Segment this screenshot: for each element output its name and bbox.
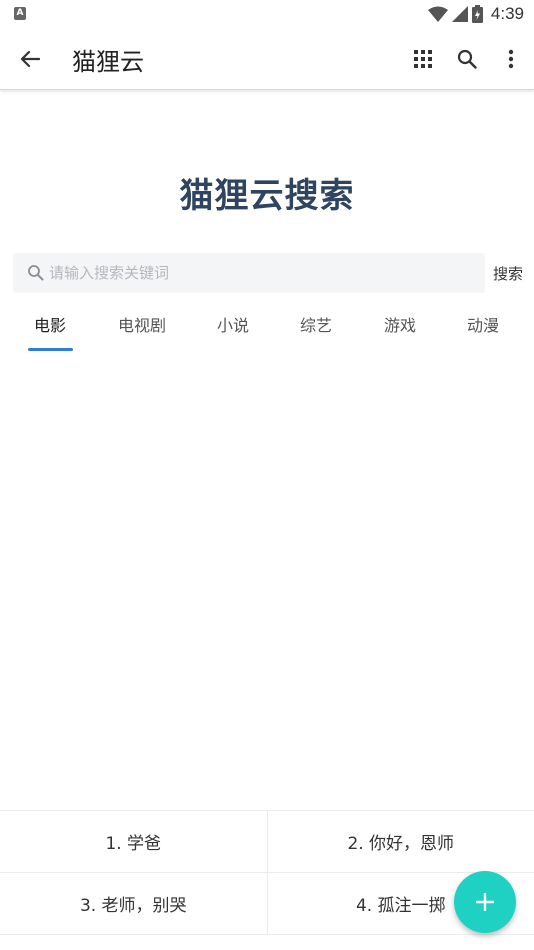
notification-a-icon: A <box>14 7 26 20</box>
tab-novel[interactable]: 小说 <box>217 308 249 350</box>
battery-icon <box>471 5 483 23</box>
tab-movie[interactable]: 电影 <box>34 308 66 350</box>
more-vert-icon <box>508 49 514 69</box>
category-tabs: 电影 电视剧 小说 综艺 游戏 动漫 <box>8 308 526 354</box>
more-options-button[interactable] <box>495 43 527 75</box>
hot-list-item[interactable]: 2. 你好，恩师 <box>266 811 534 872</box>
page-headline: 猫狸云搜索 <box>179 176 355 216</box>
wifi-icon <box>427 6 448 22</box>
back-arrow-icon <box>20 50 40 68</box>
app-bar: 猫狸云 <box>0 28 534 90</box>
search-input[interactable] <box>49 253 479 293</box>
tab-variety[interactable]: 综艺 <box>300 308 332 350</box>
hot-list-item[interactable]: 1. 学爸 <box>0 811 267 872</box>
clock: 4:39 <box>490 4 524 23</box>
app-title: 猫狸云 <box>72 48 144 76</box>
status-bar: A 4:39 <box>0 0 534 28</box>
add-icon <box>476 893 494 911</box>
status-icons: 4:39 <box>427 3 524 25</box>
tab-tv-series[interactable]: 电视剧 <box>118 308 166 350</box>
search-submit-button[interactable]: 搜索 <box>493 263 523 284</box>
tab-game[interactable]: 游戏 <box>384 308 416 350</box>
back-button[interactable] <box>14 44 46 74</box>
hot-list-row: 1. 学爸 2. 你好，恩师 <box>0 811 534 873</box>
active-tab-indicator <box>28 348 73 351</box>
search-input-icon <box>28 265 44 281</box>
search-icon <box>457 49 477 69</box>
apps-grid-button[interactable] <box>407 43 439 75</box>
search-button[interactable] <box>451 43 483 75</box>
hot-list-item[interactable]: 3. 老师，别哭 <box>0 873 267 934</box>
tab-anime[interactable]: 动漫 <box>467 308 499 350</box>
search-box <box>13 253 485 293</box>
add-fab-button[interactable] <box>454 871 516 933</box>
signal-icon <box>451 6 468 22</box>
apps-grid-icon <box>414 50 432 68</box>
hot-search-list: 1. 学爸 2. 你好，恩师 3. 老师，别哭 4. 孤注一掷 <box>0 810 534 935</box>
